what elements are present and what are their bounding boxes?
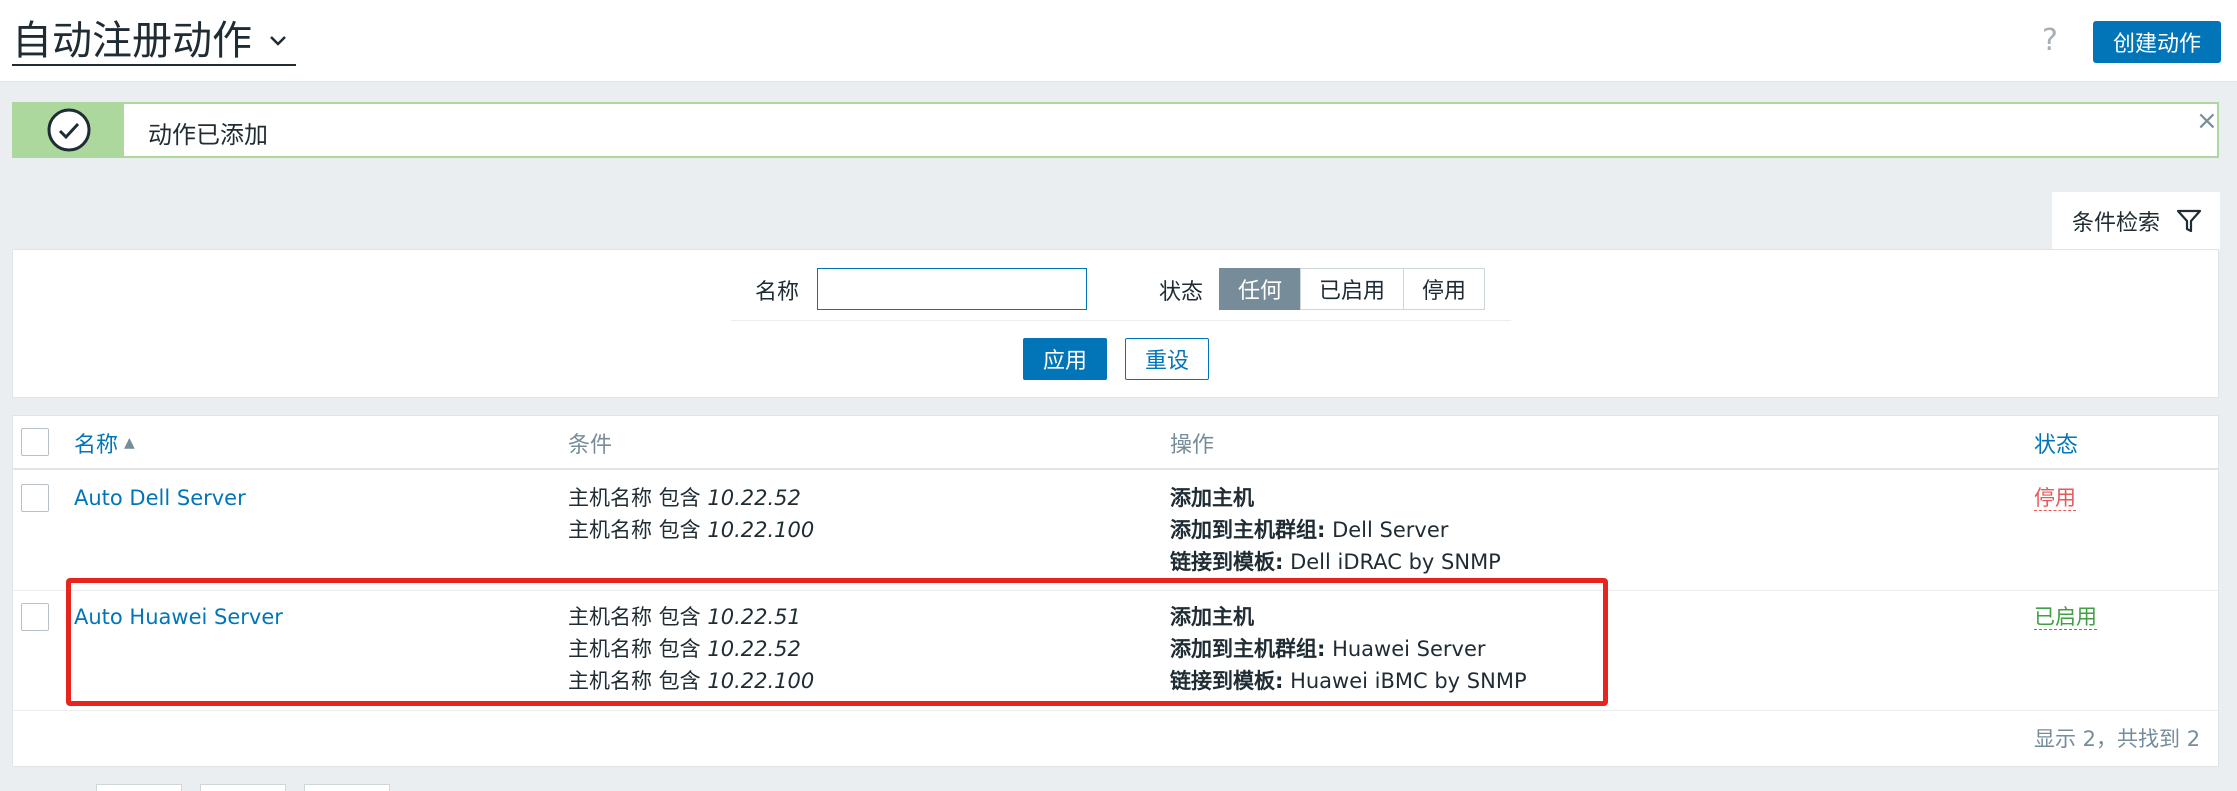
filter-tab[interactable]: 条件检索 [2052, 192, 2220, 250]
apply-button[interactable]: 应用 [1023, 338, 1107, 380]
pager-button[interactable] [96, 784, 182, 791]
condition-line: 主机名称 包含 10.22.51 [568, 605, 801, 629]
operation-line: 链接到模板: Huawei iBMC by SNMP [1170, 669, 1527, 693]
status-option-disabled[interactable]: 停用 [1403, 268, 1486, 310]
row-checkbox[interactable] [21, 603, 49, 631]
filter-panel: 名称 状态 任何 已启用 停用 应用 重设 [12, 249, 2219, 398]
conditions-cell: 主机名称 包含 10.22.51 主机名称 包含 10.22.52 主机名称 包… [568, 601, 814, 697]
status-toggle-enabled[interactable]: 已启用 [2034, 605, 2097, 630]
name-filter-input[interactable] [817, 268, 1087, 310]
status-toggle-disabled[interactable]: 停用 [2034, 486, 2076, 511]
check-circle-icon [47, 108, 91, 152]
status-option-any[interactable]: 任何 [1219, 268, 1302, 310]
name-filter-label: 名称 [755, 280, 800, 305]
action-name-link[interactable]: Auto Huawei Server [74, 605, 283, 629]
success-message: 动作已添加 × [12, 102, 2219, 158]
status-segmented-control: 任何 已启用 停用 [1219, 268, 1486, 310]
pager-button[interactable] [304, 784, 390, 791]
condition-line: 主机名称 包含 10.22.100 [568, 518, 815, 542]
row-checkbox[interactable] [21, 484, 49, 512]
column-header-name[interactable]: 名称 ▲ [74, 416, 135, 470]
operation-line: 添加主机 [1170, 486, 1254, 510]
condition-line: 主机名称 包含 10.22.100 [568, 669, 815, 693]
chevron-down-icon [270, 36, 286, 46]
success-icon-box [14, 104, 124, 156]
operation-line: 添加到主机群组: Dell Server [1170, 518, 1449, 542]
conditions-cell: 主机名称 包含 10.22.52 主机名称 包含 10.22.100 [568, 482, 814, 546]
operation-line: 添加到主机群组: Huawei Server [1170, 637, 1486, 661]
operations-cell: 添加主机 添加到主机群组: Dell Server 链接到模板: Dell iD… [1170, 482, 1501, 578]
column-header-conditions: 条件 [568, 433, 613, 458]
reset-button[interactable]: 重设 [1125, 338, 1209, 380]
success-message-text: 动作已添加 [148, 121, 268, 149]
create-action-button[interactable]: 创建动作 [2093, 21, 2221, 63]
pager-button[interactable] [200, 784, 286, 791]
sort-asc-icon: ▲ [124, 435, 135, 451]
status-filter-label: 状态 [1159, 280, 1204, 305]
row-divider [13, 590, 2218, 591]
page-title-text: 自动注册动作 [12, 18, 252, 64]
operation-line: 链接到模板: Dell iDRAC by SNMP [1170, 550, 1501, 574]
condition-line: 主机名称 包含 10.22.52 [568, 637, 801, 661]
row-divider [13, 710, 2218, 711]
column-header-name-label: 名称 [74, 433, 119, 458]
column-header-status[interactable]: 状态 [2034, 416, 2078, 470]
actions-table: 名称 ▲ 条件 操作 状态 Auto Dell Server 主机名称 包含 1… [12, 415, 2219, 767]
header-divider [13, 468, 2218, 470]
results-count: 显示 2，共找到 2 [2034, 727, 2201, 751]
filter-tab-label: 条件检索 [2072, 211, 2161, 236]
filter-icon [2176, 209, 2202, 233]
page-header: 自动注册动作 ? 创建动作 [0, 0, 2237, 82]
operations-cell: 添加主机 添加到主机群组: Huawei Server 链接到模板: Huawe… [1170, 601, 1527, 697]
filter-divider [731, 320, 1511, 321]
operation-line: 添加主机 [1170, 605, 1254, 629]
page-title-dropdown[interactable]: 自动注册动作 [12, 18, 296, 66]
select-all-checkbox[interactable] [21, 428, 49, 456]
column-header-operations: 操作 [1170, 433, 1215, 458]
close-icon[interactable]: × [2196, 108, 2218, 134]
condition-line: 主机名称 包含 10.22.52 [568, 486, 801, 510]
action-name-link[interactable]: Auto Dell Server [74, 486, 246, 510]
help-icon[interactable]: ? [2033, 22, 2067, 60]
status-option-enabled[interactable]: 已启用 [1300, 268, 1405, 310]
